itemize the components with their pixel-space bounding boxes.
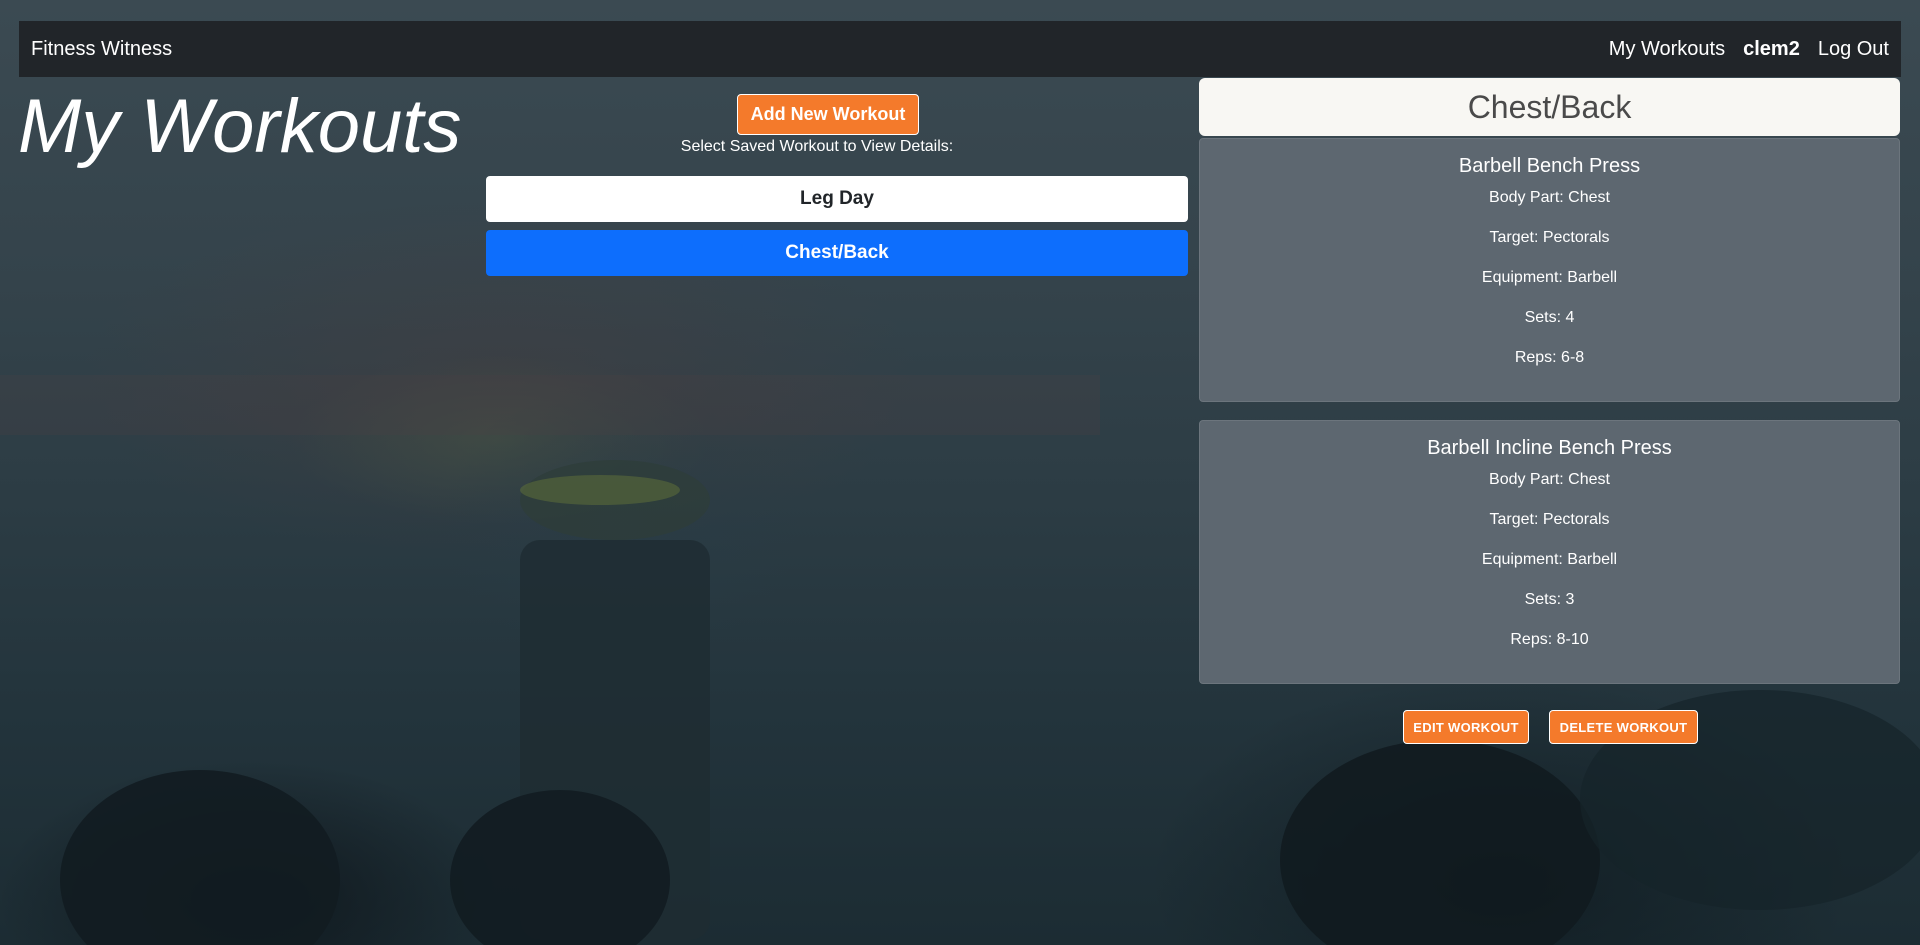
nav-my-workouts-link[interactable]: My Workouts: [1609, 38, 1725, 61]
exercise-reps: Reps: 8-10: [1510, 631, 1589, 648]
exercise-body-part: Body Part: Chest: [1489, 471, 1610, 488]
exercise-equipment: Equipment: Barbell: [1481, 551, 1618, 568]
workout-item-leg-day[interactable]: Leg Day: [486, 176, 1188, 222]
workout-detail-title: Chest/Back: [1199, 78, 1900, 136]
exercise-card: Barbell Bench Press Body Part: Chest Tar…: [1199, 138, 1900, 402]
exercise-name: Barbell Incline Bench Press: [1427, 437, 1672, 459]
nav-links: My Workouts clem2 Log Out: [1609, 38, 1889, 61]
exercise-reps: Reps: 6-8: [1514, 349, 1585, 366]
brand-logo-text[interactable]: Fitness Witness: [31, 38, 172, 61]
exercise-card: Barbell Incline Bench Press Body Part: C…: [1199, 420, 1900, 684]
add-new-workout-button[interactable]: Add New Workout: [737, 94, 919, 135]
exercise-body-part: Body Part: Chest: [1489, 189, 1610, 206]
nav-logout-link[interactable]: Log Out: [1818, 38, 1889, 61]
exercise-sets: Sets: 3: [1524, 591, 1575, 608]
workout-item-chest-back[interactable]: Chest/Back: [486, 230, 1188, 276]
exercise-target: Target: Pectorals: [1489, 511, 1610, 528]
nav-username: clem2: [1743, 37, 1800, 60]
exercise-equipment: Equipment: Barbell: [1481, 269, 1618, 286]
delete-workout-button[interactable]: DELETE WORKOUT: [1549, 710, 1698, 744]
top-navbar: Fitness Witness My Workouts clem2 Log Ou…: [19, 21, 1901, 77]
saved-workout-list: Leg Day Chest/Back: [486, 176, 1188, 284]
exercise-name: Barbell Bench Press: [1458, 155, 1641, 177]
exercise-sets: Sets: 4: [1524, 309, 1575, 326]
edit-workout-button[interactable]: EDIT WORKOUT: [1403, 710, 1529, 744]
exercise-target: Target: Pectorals: [1489, 229, 1610, 246]
page-title: My Workouts: [18, 84, 462, 169]
select-workout-instruction: Select Saved Workout to View Details:: [680, 138, 954, 155]
